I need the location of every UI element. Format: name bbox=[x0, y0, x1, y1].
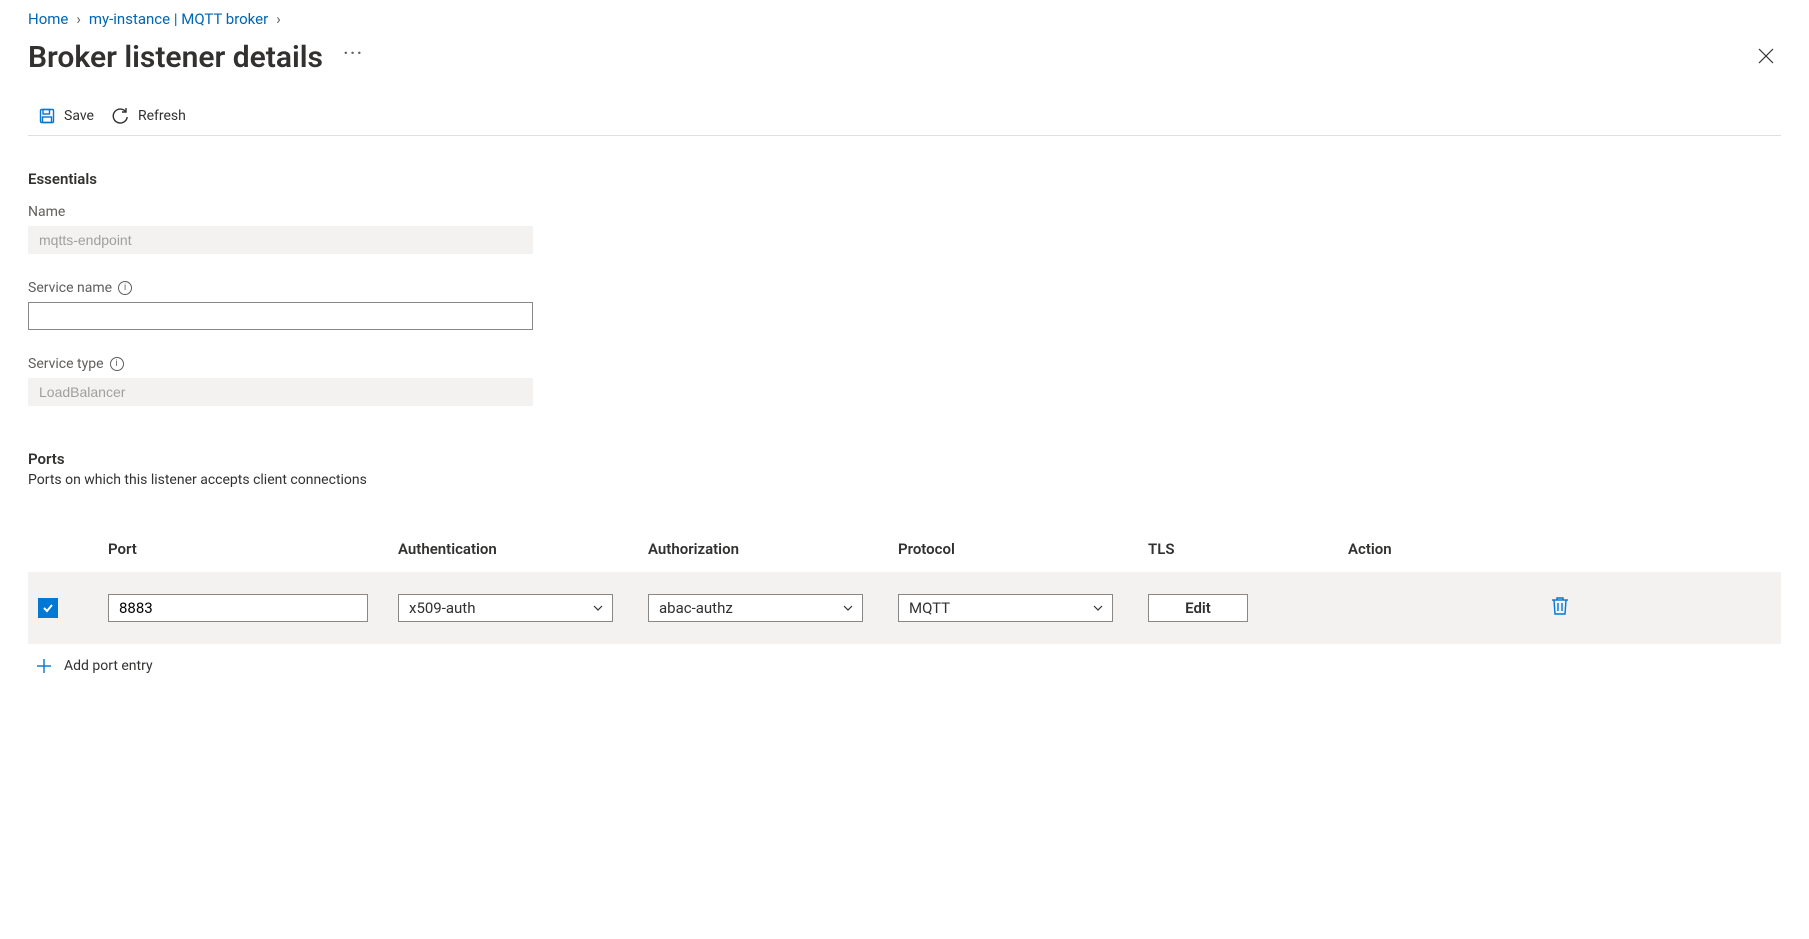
chevron-right-icon: › bbox=[76, 10, 81, 28]
service-name-field: Service name i bbox=[28, 280, 1781, 330]
chevron-down-icon bbox=[842, 602, 854, 614]
info-icon[interactable]: i bbox=[110, 357, 124, 371]
save-label: Save bbox=[64, 108, 94, 124]
refresh-label: Refresh bbox=[138, 108, 186, 124]
service-name-label: Service name bbox=[28, 280, 112, 296]
essentials-section: Essentials Name Service name i Service t… bbox=[28, 136, 1781, 406]
col-authentication: Authentication bbox=[398, 540, 648, 558]
service-type-label: Service type bbox=[28, 356, 104, 372]
protocol-select[interactable]: MQTT bbox=[898, 594, 1113, 622]
toolbar: Save Refresh bbox=[28, 99, 1781, 136]
refresh-icon bbox=[112, 107, 130, 125]
name-label: Name bbox=[28, 204, 1781, 220]
more-actions-button[interactable]: ··· bbox=[343, 44, 363, 72]
col-tls: TLS bbox=[1148, 540, 1348, 558]
close-button[interactable] bbox=[1751, 41, 1781, 75]
col-action: Action bbox=[1348, 540, 1771, 558]
ports-section: Ports Ports on which this listener accep… bbox=[28, 450, 1781, 688]
authentication-select[interactable]: x509-auth bbox=[398, 594, 613, 622]
page-title: Broker listener details bbox=[28, 40, 323, 75]
checkmark-icon bbox=[42, 602, 54, 614]
add-port-entry-button[interactable]: Add port entry bbox=[28, 644, 1781, 688]
breadcrumb: Home › my-instance | MQTT broker › bbox=[28, 8, 1781, 34]
tls-edit-label: Edit bbox=[1185, 599, 1211, 617]
name-field: Name bbox=[28, 204, 1781, 254]
authorization-value: abac-authz bbox=[659, 599, 733, 617]
refresh-button[interactable]: Refresh bbox=[112, 107, 186, 125]
col-authorization: Authorization bbox=[648, 540, 898, 558]
port-input[interactable] bbox=[108, 594, 368, 622]
authorization-select[interactable]: abac-authz bbox=[648, 594, 863, 622]
name-input bbox=[28, 226, 533, 254]
info-icon[interactable]: i bbox=[118, 281, 132, 295]
breadcrumb-item-instance[interactable]: my-instance | MQTT broker bbox=[89, 10, 268, 28]
col-protocol: Protocol bbox=[898, 540, 1148, 558]
row-checkbox[interactable] bbox=[38, 598, 58, 618]
add-port-entry-label: Add port entry bbox=[64, 658, 153, 674]
chevron-right-icon: › bbox=[276, 10, 281, 28]
tls-edit-button[interactable]: Edit bbox=[1148, 594, 1248, 622]
service-name-input[interactable] bbox=[28, 302, 533, 330]
breadcrumb-item-home[interactable]: Home bbox=[28, 10, 68, 28]
essentials-heading: Essentials bbox=[28, 170, 1781, 188]
save-icon bbox=[38, 107, 56, 125]
protocol-value: MQTT bbox=[909, 599, 950, 617]
ports-table: Port Authentication Authorization Protoc… bbox=[28, 540, 1781, 644]
authentication-value: x509-auth bbox=[409, 599, 475, 617]
col-port: Port bbox=[108, 540, 398, 558]
service-type-input bbox=[28, 378, 533, 406]
trash-icon bbox=[1551, 596, 1569, 616]
plus-icon bbox=[36, 658, 52, 674]
ports-heading: Ports bbox=[28, 450, 1781, 468]
chevron-down-icon bbox=[592, 602, 604, 614]
save-button[interactable]: Save bbox=[38, 107, 94, 125]
title-row: Broker listener details ··· bbox=[28, 34, 1781, 99]
delete-row-button[interactable] bbox=[1551, 596, 1569, 620]
service-type-field: Service type i bbox=[28, 356, 1781, 406]
close-icon bbox=[1757, 47, 1775, 65]
ports-table-header: Port Authentication Authorization Protoc… bbox=[28, 540, 1781, 572]
ports-description: Ports on which this listener accepts cli… bbox=[28, 472, 1781, 488]
chevron-down-icon bbox=[1092, 602, 1104, 614]
table-row: x509-auth abac-authz MQTT Edit bbox=[28, 572, 1781, 644]
